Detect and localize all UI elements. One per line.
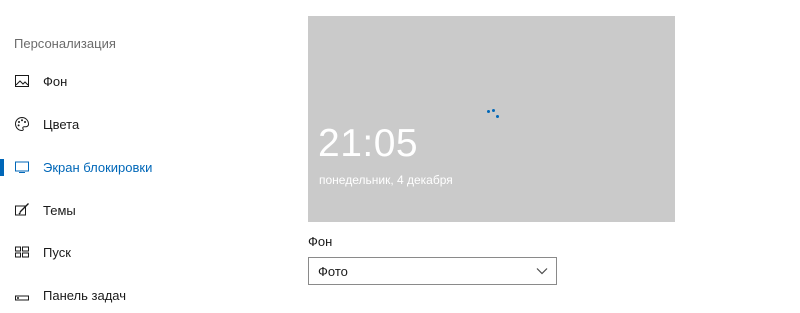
brush-icon xyxy=(14,202,30,218)
sidebar-item-label: Темы xyxy=(43,202,76,218)
sidebar-item-label: Панель задач xyxy=(43,287,127,303)
sidebar-item-label: Цвета xyxy=(43,116,80,132)
settings-window: Персонализация Фон Цвета Экран блокировк… xyxy=(0,0,800,313)
sidebar-item-label: Пуск xyxy=(43,244,71,260)
active-indicator xyxy=(0,159,4,176)
background-label: Фон xyxy=(308,234,333,249)
section-title: Персонализация xyxy=(14,36,116,51)
chevron-down-icon xyxy=(536,267,548,275)
start-icon xyxy=(14,244,30,260)
lockscreen-preview: 21:05 понедельник, 4 декабря xyxy=(308,16,675,222)
taskbar-icon xyxy=(14,287,30,303)
sidebar-item-taskbar[interactable]: Панель задач xyxy=(0,280,270,310)
background-dropdown-value: Фото xyxy=(318,263,348,279)
sidebar-item-label: Экран блокировки xyxy=(43,159,153,175)
preview-date: понедельник, 4 декабря xyxy=(319,173,453,187)
sidebar-item-colors[interactable]: Цвета xyxy=(0,109,270,139)
loading-spinner-icon xyxy=(486,109,502,123)
sidebar-item-background[interactable]: Фон xyxy=(0,66,270,96)
preview-time: 21:05 xyxy=(318,122,419,165)
sidebar-item-themes[interactable]: Темы xyxy=(0,195,270,225)
sidebar-item-lockscreen[interactable]: Экран блокировки xyxy=(0,152,270,182)
lockscreen-icon xyxy=(14,159,30,175)
background-dropdown[interactable]: Фото xyxy=(308,257,557,285)
palette-icon xyxy=(14,116,30,132)
sidebar-item-label: Фон xyxy=(43,73,68,89)
sidebar-item-start[interactable]: Пуск xyxy=(0,237,270,267)
picture-icon xyxy=(14,73,30,89)
